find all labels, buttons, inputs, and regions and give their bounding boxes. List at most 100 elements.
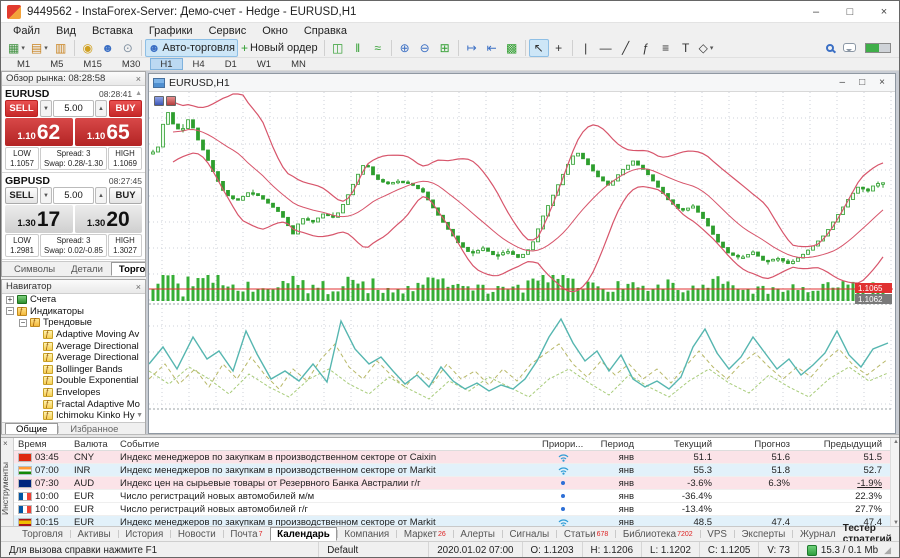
volume-increase-button[interactable]: ▲ — [95, 100, 107, 117]
expand-icon[interactable]: + — [6, 296, 14, 304]
tree-item-счета[interactable]: +Счета — [2, 294, 145, 306]
tree-item-average-directional[interactable]: Average Directional — [2, 340, 145, 352]
calendar-header-7[interactable]: Предыдущий — [798, 439, 890, 450]
tree-item-fractal-adaptive-mo[interactable]: Fractal Adaptive Mo — [2, 398, 145, 410]
calendar-row[interactable]: 10:00EURЧисло регистраций новых автомоби… — [14, 503, 890, 516]
menu-item-Вставка[interactable]: Вставка — [84, 25, 141, 37]
tree-item-трендовые[interactable]: −Трендовые — [2, 317, 145, 329]
toolbox-tab-Журнал[interactable]: Журнал — [793, 527, 843, 541]
close-button[interactable]: × — [867, 1, 900, 22]
chart-minimize-button[interactable]: – — [840, 77, 846, 88]
timeframe-MN[interactable]: MN — [281, 58, 316, 70]
toolbox-tab-Почта[interactable]: Почта7 — [223, 527, 269, 541]
timeframe-D1[interactable]: D1 — [215, 58, 247, 70]
timeframe-M30[interactable]: M30 — [112, 58, 150, 70]
market-watch-tab-Торговля[interactable]: Торговля — [111, 262, 146, 276]
toolbox-tab-Эксперты[interactable]: Эксперты — [735, 527, 793, 541]
scroll-up-icon[interactable]: ▲ — [135, 90, 142, 97]
profiles-button[interactable]: ▤▾ — [28, 39, 51, 57]
calendar-header-1[interactable]: Валюта — [74, 439, 120, 450]
toolbox-tab-Компания[interactable]: Компания — [337, 527, 396, 541]
objects-button[interactable]: ◇▾ — [696, 39, 717, 57]
status-profile[interactable]: Default — [318, 542, 428, 558]
chart-canvas[interactable]: 1.10651.1062 — [149, 92, 893, 431]
timeframe-M15[interactable]: M15 — [73, 58, 111, 70]
collapse-icon[interactable]: − — [19, 319, 27, 327]
menu-item-Вид[interactable]: Вид — [48, 25, 84, 37]
ask-price[interactable]: 1.30 20 — [75, 205, 143, 233]
line-chart-button[interactable]: ≈ — [368, 39, 388, 57]
candlesticks-button[interactable]: ◫ — [328, 39, 348, 57]
menu-item-Графики[interactable]: Графики — [141, 25, 201, 37]
search-icon[interactable] — [826, 44, 834, 52]
auto-scroll-button[interactable]: ↦ — [462, 39, 482, 57]
ask-price[interactable]: 1.10 65 — [75, 118, 143, 146]
scroll-up-icon[interactable]: ▲ — [893, 439, 899, 445]
timeframe-H1[interactable]: H1 — [150, 58, 182, 70]
tile-windows-button[interactable]: ⊞ — [435, 39, 455, 57]
calendar-row[interactable]: 10:00EURЧисло регистраций новых автомоби… — [14, 490, 890, 503]
toolbox-tab-Алерты[interactable]: Алерты — [453, 527, 501, 541]
timeframe-M1[interactable]: M1 — [7, 58, 40, 70]
symbol-card-gbpusd[interactable]: GBPUSD 08:27:45 SELL ▼ 5.00 ▲ BUY — [2, 173, 145, 260]
sell-button[interactable]: SELL — [5, 187, 38, 204]
calendar-header-4[interactable]: Период — [584, 439, 642, 450]
toolbox-tab-Торговля[interactable]: Торговля — [15, 527, 70, 541]
toolbox-tab-Календарь[interactable]: Календарь — [270, 527, 337, 541]
tree-item-индикаторы[interactable]: −Индикаторы — [2, 306, 145, 318]
tree-item-average-directional[interactable]: Average Directional — [2, 352, 145, 364]
zoom-out-button[interactable]: ⊖ — [415, 39, 435, 57]
tree-item-bollinger-bands[interactable]: Bollinger Bands — [2, 364, 145, 376]
zoom-in-button[interactable]: ⊕ — [395, 39, 415, 57]
vertical-line-button[interactable]: | — [576, 39, 596, 57]
equidistant-channel-button[interactable]: ≡ — [656, 39, 676, 57]
menu-item-Файл[interactable]: Файл — [5, 25, 48, 37]
trendline-button[interactable]: ╱ — [616, 39, 636, 57]
new-chart-button[interactable]: ▦▾ — [5, 39, 28, 57]
collapse-icon[interactable]: − — [6, 307, 14, 315]
volume-decrease-button[interactable]: ▼ — [40, 100, 52, 117]
navigator-close-icon[interactable]: × — [136, 282, 141, 292]
chart-shift-button[interactable]: ⇤ — [482, 39, 502, 57]
calendar-row[interactable]: 10:15EURИндекс менеджеров по закупкам в … — [14, 516, 890, 526]
toolbox-tab-Статьи[interactable]: Статьи678 — [557, 527, 615, 541]
toolbox-tab-Библиотека[interactable]: Библиотека7202 — [616, 527, 700, 541]
strategy-tester-label[interactable]: Тестер стратегий — [843, 527, 893, 541]
sell-button[interactable]: SELL — [5, 100, 38, 117]
calendar-header-2[interactable]: Событие — [120, 439, 542, 450]
minimize-button[interactable]: – — [799, 1, 833, 22]
cursor-button[interactable]: ↖ — [529, 39, 549, 57]
market-watch-tab-Детали[interactable]: Детали — [63, 262, 111, 276]
toolbox-tab-История[interactable]: История — [118, 527, 170, 541]
tree-item-envelopes[interactable]: Envelopes — [2, 387, 145, 399]
toolbox-tab-Маркет[interactable]: Маркет26 — [397, 527, 453, 541]
indicator-windows-button[interactable]: ▩ — [502, 39, 522, 57]
tree-item-ichimoku-kinko-hy[interactable]: Ichimoku Kinko Hy — [2, 410, 145, 421]
menu-item-Сервис[interactable]: Сервис — [201, 25, 255, 37]
community-chat-icon[interactable] — [843, 43, 856, 52]
resize-grip-icon[interactable]: ◢ — [884, 545, 891, 556]
timeframe-W1[interactable]: W1 — [247, 58, 281, 70]
autotrading-button[interactable]: ☻Авто-торговля — [145, 39, 238, 57]
toolbox-close-icon[interactable]: × — [3, 439, 8, 448]
tree-item-adaptive-moving-av[interactable]: Adaptive Moving Av — [2, 329, 145, 341]
calendar-header-3[interactable]: Приори... — [542, 439, 584, 450]
volume-decrease-button[interactable]: ▼ — [40, 187, 52, 204]
volume-increase-button[interactable]: ▲ — [95, 187, 107, 204]
calendar-row[interactable]: 03:45CNYИндекс менеджеров по закупкам в … — [14, 451, 890, 464]
depth-of-market-icon[interactable] — [166, 96, 176, 106]
toolbox-tab-Новости[interactable]: Новости — [171, 527, 223, 541]
calendar-row[interactable]: 07:30AUDИндекс цен на сырьевые товары от… — [14, 477, 890, 490]
bars-button[interactable]: ‖ — [348, 39, 368, 57]
calendar-header-0[interactable]: Время — [14, 439, 74, 450]
market-watch-tab-Символы[interactable]: Символы — [6, 262, 63, 276]
toolbox-tab-Сигналы[interactable]: Сигналы — [502, 527, 556, 541]
bid-price[interactable]: 1.10 62 — [5, 118, 73, 146]
timeframe-H4[interactable]: H4 — [183, 58, 215, 70]
volume-field[interactable]: 5.00 — [53, 187, 94, 204]
new-order-button[interactable]: +Новый ордер — [238, 39, 321, 57]
chart-maximize-button[interactable]: □ — [859, 77, 865, 88]
volume-field[interactable]: 5.00 — [53, 100, 94, 117]
text-label-button[interactable]: T — [676, 39, 696, 57]
toolbox-tab-Активы[interactable]: Активы — [71, 527, 118, 541]
